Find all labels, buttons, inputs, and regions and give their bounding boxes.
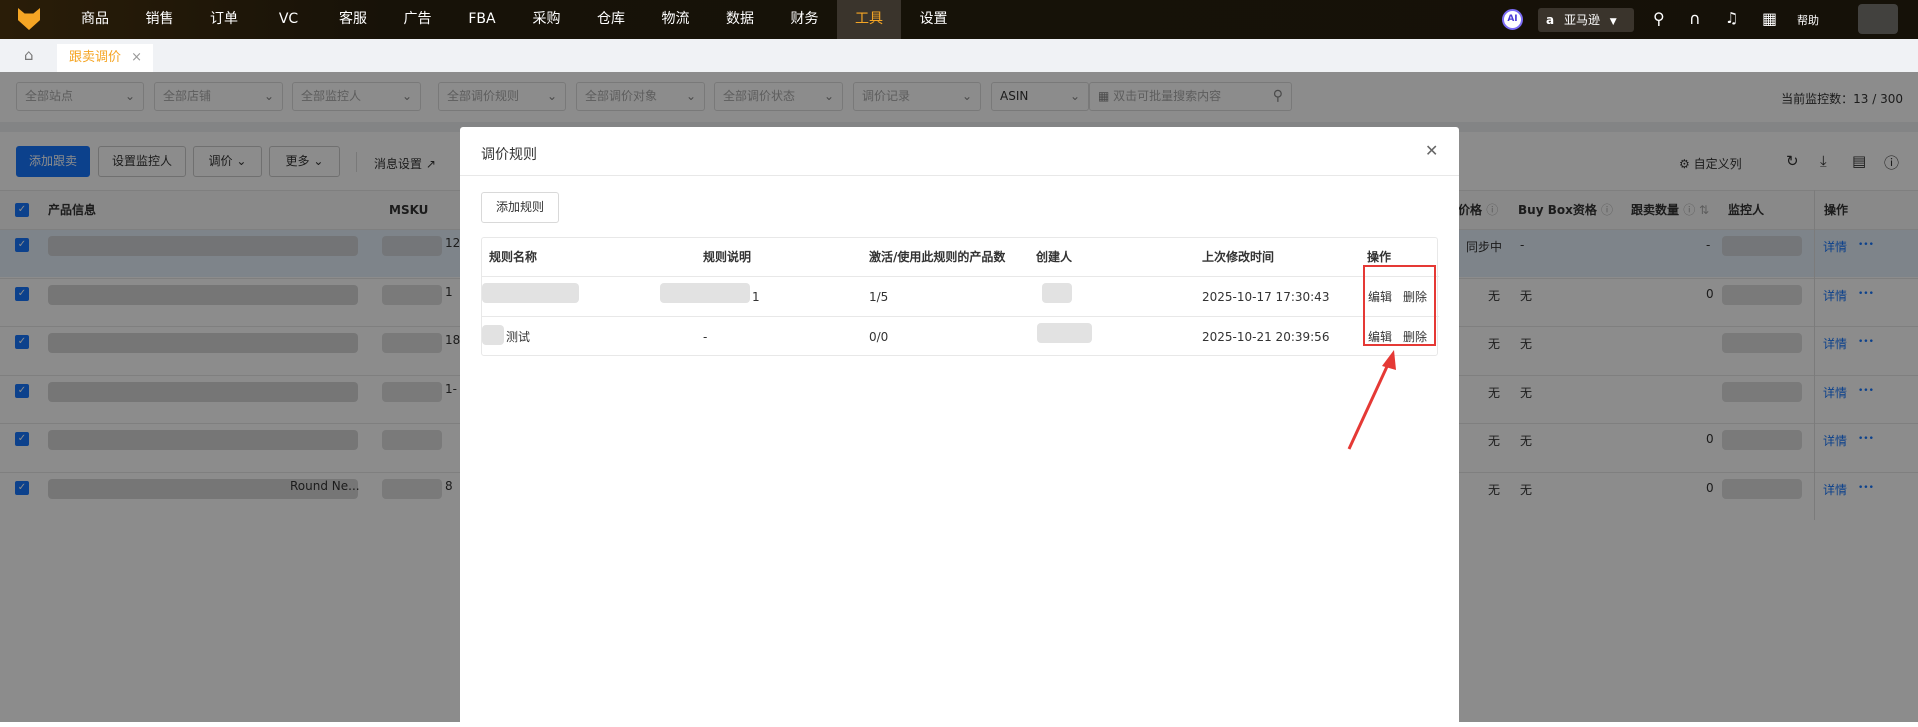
nav-item[interactable]: 数据 <box>708 0 772 39</box>
nav-item[interactable]: 工具 <box>837 0 901 39</box>
tab-label: 跟卖调价 <box>69 50 122 65</box>
rule-row: 测试 - 0/0 2025-10-21 20:39:56 编辑 删除 <box>482 316 1439 356</box>
dialog-title: 调价规则 <box>481 147 537 163</box>
nav-item[interactable]: FBA <box>450 0 514 39</box>
help-link[interactable]: 帮助 <box>1797 12 1819 28</box>
search-icon[interactable]: ⚲ <box>1653 9 1665 28</box>
annotation-arrow <box>1347 350 1396 450</box>
modified-time: 2025-10-17 17:30:43 <box>1202 290 1330 304</box>
close-icon[interactable]: ✕ <box>1425 141 1438 160</box>
rule-desc: - <box>703 330 708 344</box>
blurred-name <box>482 283 579 303</box>
avatar[interactable] <box>1858 4 1898 34</box>
nav-item[interactable]: 采购 <box>515 0 579 39</box>
nav-item[interactable]: 销售 <box>128 0 192 39</box>
nav-item[interactable]: 设置 <box>902 0 966 39</box>
modified-time: 2025-10-21 20:39:56 <box>1202 330 1330 344</box>
rules-table: 规则名称 规则说明 激活/使用此规则的产品数 创建人 上次修改时间 操作 1 1… <box>481 237 1439 356</box>
top-nav: 商品 销售 订单 VC 客服 广告 FBA 采购 仓库 物流 数据 财务 工具 设置 AI a 亚马逊 ▼… <box>0 0 1918 39</box>
divider <box>460 175 1459 176</box>
bell-icon[interactable]: ♫ <box>1725 9 1738 27</box>
close-tab-icon[interactable]: × <box>131 50 142 65</box>
nav-item[interactable]: 物流 <box>644 0 708 39</box>
add-rule-button[interactable]: 添加规则 <box>481 192 559 223</box>
product-count: 0/0 <box>869 330 889 344</box>
nav-item[interactable]: 客服 <box>321 0 385 39</box>
ai-button[interactable]: AI <box>1502 9 1523 30</box>
apps-grid-icon[interactable]: ▦ <box>1762 9 1777 28</box>
reprice-rules-dialog: 调价规则 ✕ 添加规则 规则名称 规则说明 激活/使用此规则的产品数 创建人 上… <box>460 127 1459 727</box>
tab-follow-sell-reprice[interactable]: 跟卖调价 × <box>57 44 153 72</box>
header-modified: 上次修改时间 <box>1202 250 1275 264</box>
nav-item[interactable]: 商品 <box>63 0 127 39</box>
header-creator: 创建人 <box>1036 250 1073 264</box>
rule-row: 1 1/5 2025-10-17 17:30:43 编辑 删除 <box>482 276 1439 316</box>
caret-down-icon: ▼ <box>1609 17 1617 27</box>
nav-item[interactable]: 广告 <box>386 0 450 39</box>
home-icon[interactable]: ⌂ <box>24 46 34 64</box>
highlight-box <box>1363 265 1436 346</box>
blurred-desc <box>660 283 750 303</box>
marketplace-select[interactable]: a 亚马逊 ▼ <box>1538 8 1634 32</box>
tab-bar: ⌂ 跟卖调价 × <box>0 39 1918 72</box>
nav-item[interactable]: 仓库 <box>579 0 643 39</box>
blurred-creator <box>1037 323 1092 343</box>
blurred-name <box>482 325 504 345</box>
marketplace-label: 亚马逊 <box>1563 13 1600 27</box>
headset-icon[interactable]: ∩ <box>1689 9 1701 28</box>
nav-item[interactable]: 订单 <box>192 0 256 39</box>
logo-icon[interactable] <box>18 8 40 30</box>
amazon-icon: a <box>1546 13 1555 27</box>
rule-desc: 1 <box>752 290 760 304</box>
header-product-count: 激活/使用此规则的产品数 <box>869 250 1006 264</box>
nav-item[interactable]: VC <box>257 0 321 39</box>
product-count: 1/5 <box>869 290 889 304</box>
nav-item[interactable]: 财务 <box>773 0 837 39</box>
header-rule-desc: 规则说明 <box>703 250 752 264</box>
blurred-creator <box>1042 283 1072 303</box>
rule-name: 测试 <box>506 330 531 344</box>
header-rule-name: 规则名称 <box>489 250 538 264</box>
